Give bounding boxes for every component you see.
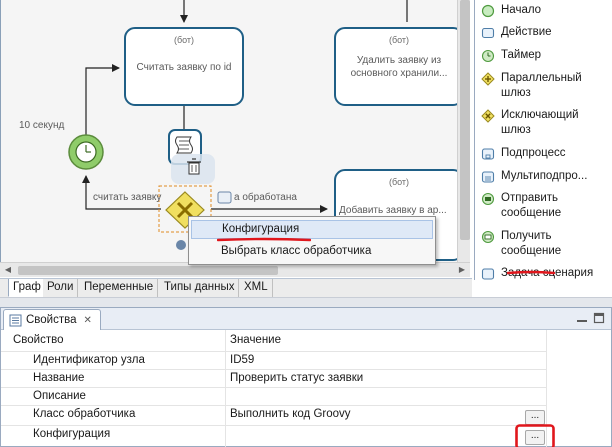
receive-message-icon — [481, 230, 495, 244]
palette-item-timer[interactable]: Таймер — [481, 48, 541, 63]
tab-roles[interactable]: Роли — [43, 279, 79, 297]
task2-title: (бот) — [388, 35, 410, 45]
column-header-value: Значение — [230, 334, 281, 346]
tab-variables[interactable]: Переменные — [80, 279, 159, 297]
tab-xml[interactable]: XML — [240, 279, 273, 297]
palette-item-parallel-gateway[interactable]: Параллельный шлюз — [481, 71, 582, 101]
red-underline-palette — [507, 270, 555, 275]
properties-tab-bar: Свойства ✕ — [1, 308, 611, 330]
maximize-icon[interactable] — [593, 312, 605, 324]
flow-label-read: считать заявку — [93, 192, 162, 203]
tab-data-types[interactable]: Типы данных — [160, 279, 240, 297]
editor-tab-bar: Граф Роли Переменные Типы данных XML — [0, 278, 472, 297]
send-message-icon — [481, 192, 495, 206]
palette-item-subprocess[interactable]: Подпроцесс — [481, 146, 566, 161]
timer-label: 10 секунд — [19, 120, 65, 131]
tab-graph[interactable]: Граф — [8, 279, 46, 297]
start-event-icon — [481, 4, 495, 18]
table-row[interactable]: Класс обработчика Выполнить код Groovy — [1, 406, 547, 423]
properties-view: Свойства ✕ Свойство Значение Идентификат… — [0, 307, 612, 447]
task1-title: (бот) — [173, 35, 195, 45]
scroll-left-icon[interactable]: ◀ — [2, 264, 14, 276]
palette-item-multi-subprocess[interactable]: Мультиподпро... — [481, 169, 587, 184]
timer-event-icon[interactable] — [68, 134, 104, 170]
flow-label-processed: а обработана — [234, 192, 297, 203]
menu-item-select-handler[interactable]: Выбрать класс обработчика — [191, 243, 433, 262]
multi-subprocess-icon — [481, 171, 495, 183]
palette-panel: Начало Действие Таймер Параллельный шлюз… — [474, 0, 612, 280]
palette-item-send-message[interactable]: Отправить сообщение — [481, 191, 561, 221]
context-menu: Конфигурация Выбрать класс обработчика — [188, 216, 436, 265]
task3-title: (бот) — [388, 177, 410, 187]
panel-sash[interactable] — [0, 297, 612, 307]
column-header-property: Свойство — [13, 334, 64, 346]
subprocess-icon — [481, 148, 495, 160]
palette-item-task[interactable]: Действие — [481, 25, 552, 40]
exclusive-gateway-icon — [481, 109, 495, 123]
table-row[interactable]: Название Проверить статус заявки — [1, 370, 547, 387]
scroll-right-icon[interactable]: ▶ — [456, 264, 468, 276]
palette-item-start[interactable]: Начало — [481, 3, 541, 18]
script-task-icon — [481, 268, 495, 280]
table-row[interactable]: Описание — [1, 388, 547, 405]
palette-item-receive-message[interactable]: Получить сообщение — [481, 229, 561, 259]
add-task-icon[interactable] — [217, 191, 232, 204]
properties-icon — [9, 314, 22, 326]
vertical-scroll-thumb[interactable] — [460, 0, 470, 240]
properties-tab[interactable]: Свойства ✕ — [3, 309, 101, 330]
table-row[interactable]: Конфигурация — [1, 426, 547, 443]
palette-item-exclusive-gateway[interactable]: Исключающий шлюз — [481, 108, 579, 138]
properties-tab-label: Свойства — [26, 314, 77, 326]
flow-timer-to-task1[interactable] — [85, 64, 120, 136]
table-row[interactable]: Идентификатор узла ID59 — [1, 352, 547, 369]
minimize-icon[interactable] — [576, 312, 588, 324]
edit-handler-button[interactable]: ... — [525, 410, 545, 425]
parallel-gateway-icon — [481, 72, 495, 86]
horizontal-scroll-thumb[interactable] — [18, 266, 278, 275]
task1-label: Считать заявку по id — [136, 62, 232, 73]
task-icon — [481, 27, 495, 39]
timer-icon — [481, 49, 495, 63]
editor-vertical-scrollbar[interactable] — [457, 0, 470, 262]
red-highlight-box — [515, 424, 555, 447]
task2-label: Удалить заявку из основного хранили... — [350, 55, 448, 79]
connector-handle-icon[interactable] — [176, 240, 186, 250]
close-icon[interactable]: ✕ — [84, 315, 92, 326]
